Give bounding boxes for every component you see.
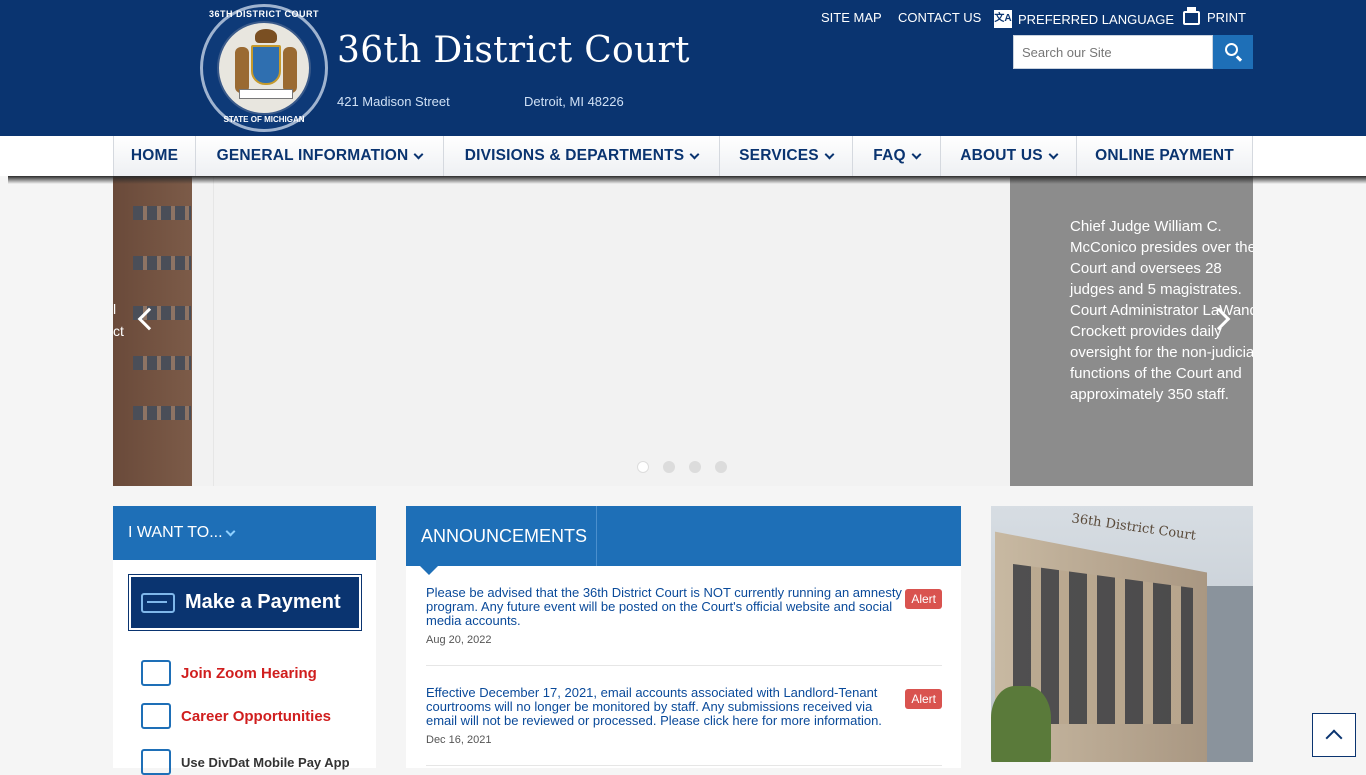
- slide-content: [213, 176, 1010, 486]
- make-payment-label: Make a Payment: [185, 591, 341, 613]
- chevron-down-icon: [689, 149, 700, 159]
- eagle-icon: [255, 29, 277, 43]
- alert-badge: Alert: [905, 589, 942, 609]
- announcements-panel: ANNOUNCEMENTS Please be advised that the…: [406, 506, 961, 768]
- announcements-header: ANNOUNCEMENTS: [406, 506, 961, 575]
- seal-banner: [239, 89, 293, 99]
- elk-icon: [235, 47, 249, 93]
- chevron-up-icon: [1325, 729, 1343, 747]
- previous-slide-image: l ct: [113, 176, 192, 486]
- building-window-row: [133, 256, 191, 270]
- divdat-mobile-pay-link[interactable]: Use DivDat Mobile Pay App: [141, 749, 350, 775]
- mobile-pay-icon: [141, 749, 171, 775]
- announcement-date: Aug 20, 2022: [426, 634, 492, 646]
- i-want-to-panel: I WANT TO... Make a Payment Join Zoom He…: [113, 506, 376, 775]
- briefcase-icon: [141, 703, 171, 729]
- announcement-item[interactable]: Effective December 17, 2021, email accou…: [426, 686, 942, 766]
- seal-text-bottom: STATE OF MICHIGAN: [223, 115, 305, 124]
- main-nav: HOME GENERAL INFORMATION DIVISIONS & DEP…: [113, 136, 1253, 176]
- slide-caption-text: Chief Judge William C. McConico presides…: [1070, 218, 1253, 403]
- tree: [991, 686, 1051, 762]
- courthouse-sign: 36th District Court: [1070, 511, 1197, 544]
- print-label: PRINT: [1207, 10, 1246, 25]
- nav-home[interactable]: HOME: [114, 136, 196, 176]
- nav-online-payment-label: ONLINE PAYMENT: [1095, 147, 1234, 164]
- search-button[interactable]: [1213, 35, 1253, 69]
- nav-services[interactable]: SERVICES: [720, 136, 853, 176]
- i-want-to-header[interactable]: I WANT TO...: [113, 506, 376, 560]
- slide-caption-panel: Chief Judge William C. McConico presides…: [1010, 176, 1253, 486]
- hero-carousel: l ct Chief Judge William C. McConico pre…: [113, 176, 1253, 486]
- zoom-monitor-icon: [141, 660, 171, 686]
- alert-badge: Alert: [905, 689, 942, 709]
- announcement-text[interactable]: Effective December 17, 2021, email accou…: [426, 686, 902, 728]
- site-title[interactable]: 36th District Court: [337, 30, 690, 71]
- michigan-seal-logo[interactable]: 36TH DISTRICT COURT STATE OF MICHIGAN: [200, 4, 328, 132]
- nav-services-label: SERVICES: [739, 147, 819, 164]
- shield-icon: [251, 45, 281, 85]
- announcement-date: Dec 16, 2021: [426, 734, 492, 746]
- back-to-top-button[interactable]: [1312, 713, 1356, 757]
- elk-icon: [283, 47, 297, 93]
- seal-emblem: [217, 21, 311, 115]
- chevron-down-icon: [413, 149, 424, 159]
- print-link[interactable]: PRINT: [1183, 6, 1246, 25]
- nav-home-label: HOME: [130, 147, 179, 164]
- payment-card-icon: [141, 592, 175, 613]
- seal-text-top: 36TH DISTRICT COURT: [208, 9, 319, 19]
- building-window-row: [133, 356, 191, 370]
- nav-divisions-departments[interactable]: DIVISIONS & DEPARTMENTS: [444, 136, 720, 176]
- search-icon: [1225, 43, 1238, 56]
- announcement-item[interactable]: Please be advised that the 36th District…: [426, 586, 942, 666]
- carousel-dot[interactable]: [637, 461, 649, 473]
- carousel-dot[interactable]: [715, 461, 727, 473]
- join-zoom-hearing-label: Join Zoom Hearing: [181, 664, 317, 682]
- building-window-row: [133, 206, 191, 220]
- contact-us-link[interactable]: CONTACT US: [898, 10, 981, 25]
- join-zoom-hearing-link[interactable]: Join Zoom Hearing: [141, 660, 317, 686]
- search-input[interactable]: [1013, 35, 1213, 69]
- previous-slide-text: l ct: [113, 301, 124, 339]
- city-background: [1207, 586, 1253, 762]
- nav-general-information-label: GENERAL INFORMATION: [216, 147, 409, 164]
- printer-icon: [1183, 6, 1200, 25]
- building-window-row: [133, 406, 191, 420]
- site-header: 36TH DISTRICT COURT STATE OF MICHIGAN 36…: [0, 0, 1366, 136]
- courthouse-photo: 36th District Court: [991, 506, 1253, 762]
- chevron-down-icon: [225, 526, 235, 536]
- career-opportunities-link[interactable]: Career Opportunities: [141, 703, 331, 729]
- career-opportunities-label: Career Opportunities: [181, 707, 332, 725]
- i-want-to-heading: I WANT TO...: [128, 524, 223, 541]
- preferred-language-label: PREFERRED LANGUAGE: [1018, 11, 1175, 27]
- divdat-mobile-pay-label: Use DivDat Mobile Pay App: [181, 754, 350, 770]
- announcements-heading[interactable]: ANNOUNCEMENTS: [406, 506, 597, 566]
- carousel-dots: [637, 461, 727, 473]
- site-map-link[interactable]: SITE MAP: [821, 10, 882, 25]
- chevron-down-icon: [1048, 149, 1059, 159]
- preferred-language-link[interactable]: 文A PREFERRED LANGUAGE: [994, 10, 1174, 28]
- nav-faq-label: FAQ: [873, 147, 906, 164]
- header-notch: [420, 566, 438, 575]
- make-payment-button[interactable]: Make a Payment: [128, 574, 362, 631]
- carousel-dot[interactable]: [689, 461, 701, 473]
- nav-divisions-label: DIVISIONS & DEPARTMENTS: [464, 147, 685, 164]
- address-street: 421 Madison Street: [337, 94, 450, 109]
- nav-about-us-label: ABOUT US: [960, 147, 1043, 164]
- nav-online-payment[interactable]: ONLINE PAYMENT: [1077, 136, 1253, 176]
- nav-about-us[interactable]: ABOUT US: [941, 136, 1077, 176]
- translate-icon: 文A: [994, 10, 1012, 28]
- carousel-dot[interactable]: [663, 461, 675, 473]
- announcement-text[interactable]: Please be advised that the 36th District…: [426, 586, 902, 628]
- chevron-down-icon: [911, 149, 922, 159]
- nav-general-information[interactable]: GENERAL INFORMATION: [196, 136, 444, 176]
- carousel-shadow: [8, 176, 1366, 184]
- nav-faq[interactable]: FAQ: [853, 136, 941, 176]
- chevron-down-icon: [824, 149, 835, 159]
- address-city: Detroit, MI 48226: [524, 94, 624, 109]
